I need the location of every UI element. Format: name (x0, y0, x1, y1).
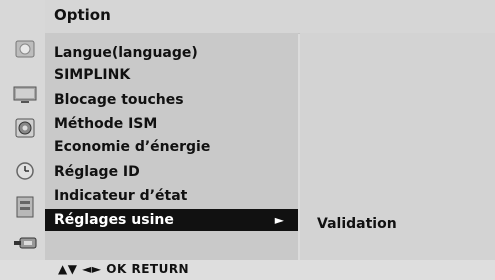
menu-item-factory-reset[interactable]: Réglages usine ► (45, 209, 298, 231)
menu-item-set-id[interactable]: Réglage ID (54, 161, 140, 183)
menu-item-key-lock[interactable]: Blocage touches (54, 89, 184, 111)
option-icon[interactable] (10, 196, 40, 218)
screen-icon[interactable] (10, 84, 40, 106)
menu-title: Option (54, 6, 111, 24)
menu-item-ism-method[interactable]: Méthode ISM (54, 113, 157, 135)
input-icon[interactable] (10, 232, 40, 254)
menu-item-status-indicator[interactable]: Indicateur d’état (54, 185, 187, 207)
picture-icon[interactable] (10, 38, 40, 60)
menu-item-simplink[interactable]: SIMPLINK (54, 64, 130, 86)
time-icon[interactable] (10, 160, 40, 182)
menu-item-factory-reset-label: Réglages usine (54, 212, 174, 228)
menu-category-sidebar (0, 0, 45, 260)
menu-item-energy-saving[interactable]: Economie d’énergie (54, 136, 210, 158)
title-bar (45, 0, 495, 34)
submenu-panel: Validation (300, 33, 495, 260)
submenu-item-validation[interactable]: Validation (317, 216, 397, 232)
right-arrow-icon: ► (274, 213, 284, 227)
option-menu-list: Langue(language) SIMPLINK Blocage touche… (45, 33, 298, 260)
audio-icon[interactable] (10, 117, 40, 139)
navigation-hint: ▲▼ ◄► OK RETURN (58, 262, 190, 276)
navigation-hint-bar: ▲▼ ◄► OK RETURN (0, 260, 495, 280)
menu-item-language[interactable]: Langue(language) (54, 42, 198, 64)
